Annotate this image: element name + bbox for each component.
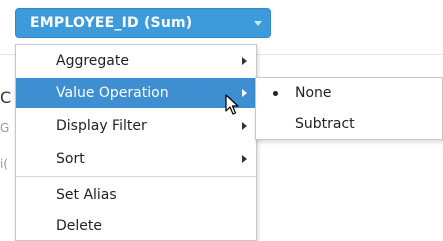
measure-pill-button[interactable]: EMPLOYEE_ID (Sum): [15, 8, 271, 38]
measure-pill-label: EMPLOYEE_ID (Sum): [30, 15, 193, 31]
mouse-pointer-icon: [225, 94, 239, 115]
menu-item-delete[interactable]: Delete: [16, 211, 256, 241]
menu-item-label: Value Operation: [56, 85, 169, 101]
background-text-fragment: G: [0, 121, 10, 135]
menu-item-set-alias[interactable]: Set Alias: [16, 180, 256, 210]
measure-context-menu: Aggregate Value Operation Display Filter…: [15, 44, 257, 241]
chevron-right-icon: [242, 155, 247, 163]
submenu-item-label: Subtract: [295, 116, 355, 132]
submenu-item-subtract[interactable]: Subtract: [256, 109, 442, 139]
background-text-fragment: i(: [0, 157, 9, 171]
chevron-right-icon: [242, 122, 247, 130]
menu-item-label: Display Filter: [56, 118, 147, 134]
menu-item-value-operation[interactable]: Value Operation: [16, 78, 256, 108]
menu-item-label: Delete: [56, 218, 102, 234]
menu-divider: [16, 176, 256, 177]
menu-item-label: Aggregate: [56, 53, 129, 69]
menu-item-label: Set Alias: [56, 187, 117, 203]
chevron-right-icon: [242, 89, 247, 97]
submenu-item-label: None: [295, 85, 332, 101]
chevron-right-icon: [242, 57, 247, 65]
menu-item-label: Sort: [56, 151, 85, 167]
menu-item-sort[interactable]: Sort: [16, 144, 256, 174]
menu-item-aggregate[interactable]: Aggregate: [16, 46, 256, 76]
menu-item-display-filter[interactable]: Display Filter: [16, 111, 256, 141]
submenu-item-none[interactable]: None: [256, 78, 442, 108]
background-heading-fragment: C: [0, 88, 12, 107]
selected-bullet-icon: [273, 91, 278, 96]
value-operation-submenu: None Subtract: [255, 77, 443, 140]
chevron-down-icon[interactable]: [254, 21, 262, 26]
